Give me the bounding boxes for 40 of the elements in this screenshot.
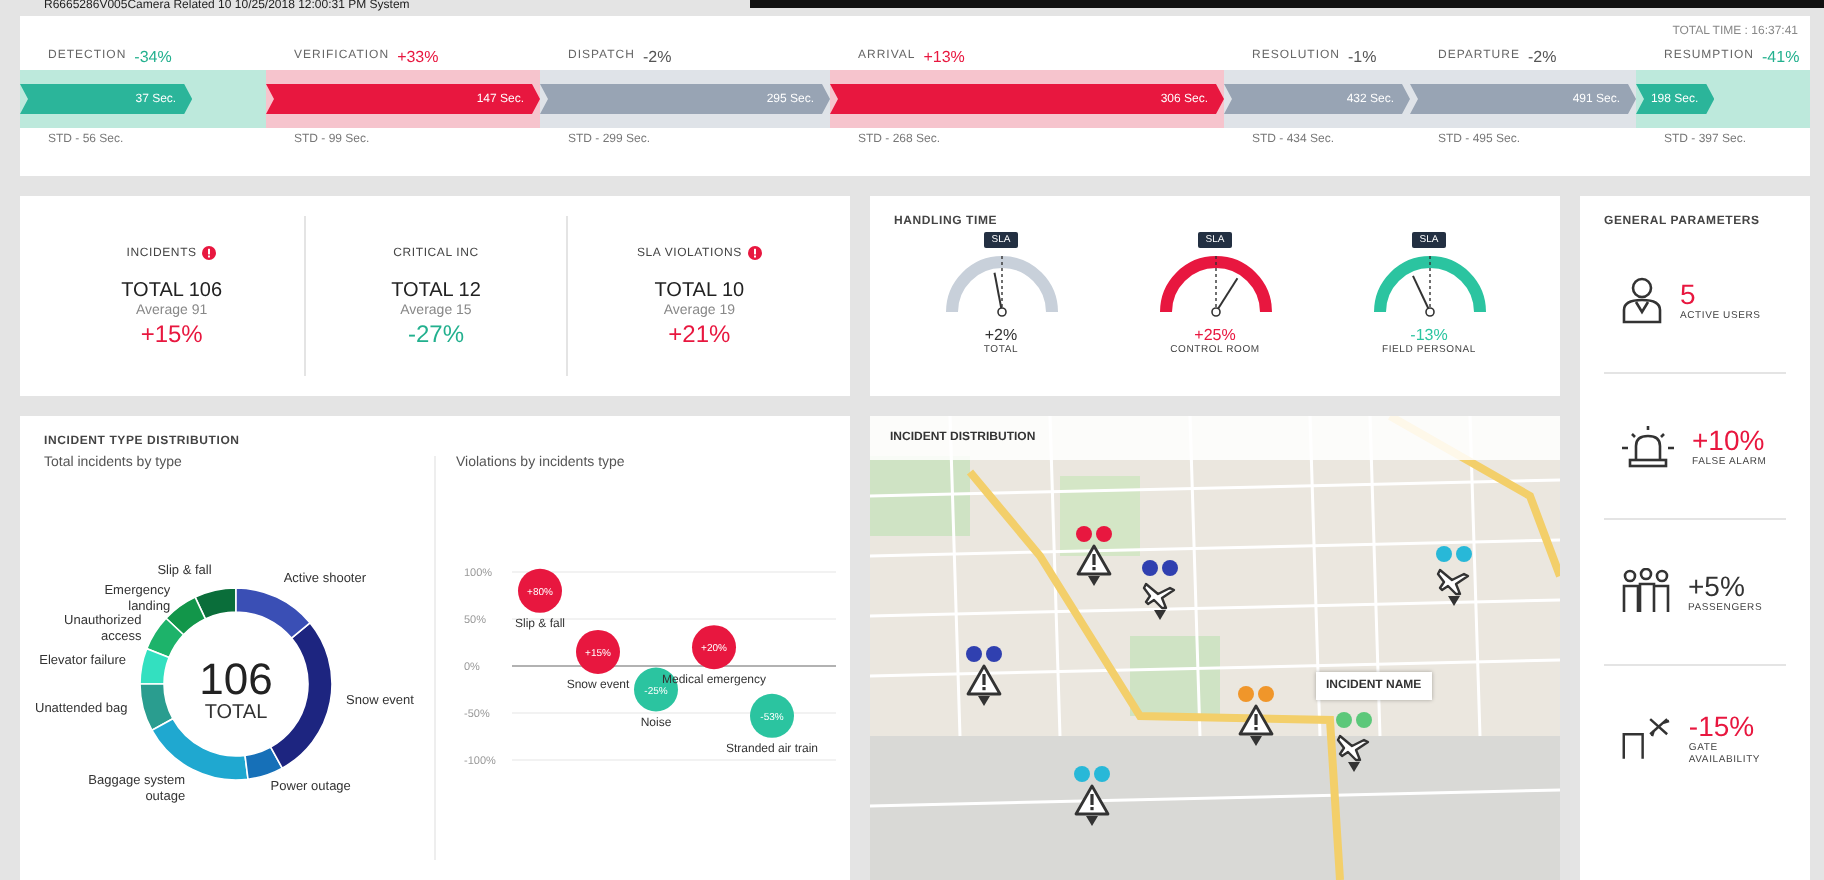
warning-icon (1238, 704, 1274, 736)
people-icon (1620, 568, 1672, 616)
gauge-change: -13% (1410, 326, 1448, 344)
stage-change: -41% (1762, 47, 1800, 65)
warning-icon (1074, 784, 1110, 816)
parameter-value: -15% (1688, 711, 1757, 741)
stage-change: -1% (1348, 47, 1377, 65)
kpi-change: -27% (407, 319, 464, 347)
warning-icon (1076, 544, 1112, 576)
pointer-icon (1250, 736, 1262, 746)
gate-plane-icon (1620, 714, 1673, 762)
user-icon (1620, 276, 1664, 324)
kpi-change: +21% (668, 319, 731, 347)
parameter-value: +10% (1692, 425, 1767, 455)
parameter-value: 5 (1680, 279, 1698, 309)
donut-total: 106 (199, 658, 273, 702)
kpi-total: TOTAL 106 (121, 279, 223, 301)
siren-icon (1620, 424, 1676, 468)
donut-total-label: TOTAL (204, 702, 268, 724)
kpi-total: TOTAL 12 (391, 279, 481, 301)
gauge-change: +2% (984, 326, 1018, 344)
parameter-value: +5% (1688, 571, 1747, 601)
stage-change: +13% (923, 47, 965, 65)
stage-change: -2% (1527, 47, 1557, 65)
stage-change: +33% (397, 47, 439, 65)
stage-change: -2% (642, 47, 672, 65)
kpi-total: TOTAL 10 (654, 279, 745, 301)
gauge-change: +25% (1194, 326, 1236, 344)
pointer-icon (978, 696, 990, 706)
pointer-icon (1154, 610, 1166, 620)
pointer-icon (1086, 816, 1098, 826)
pointer-icon (1348, 762, 1360, 772)
stage-change: -34% (134, 47, 172, 65)
warning-icon (966, 664, 1002, 696)
plane-icon (1142, 578, 1178, 610)
plane-icon (1436, 564, 1472, 596)
pointer-icon (1088, 576, 1100, 586)
pointer-icon (1448, 596, 1460, 606)
plane-icon (1336, 730, 1372, 762)
kpi-change: +15% (140, 319, 203, 347)
